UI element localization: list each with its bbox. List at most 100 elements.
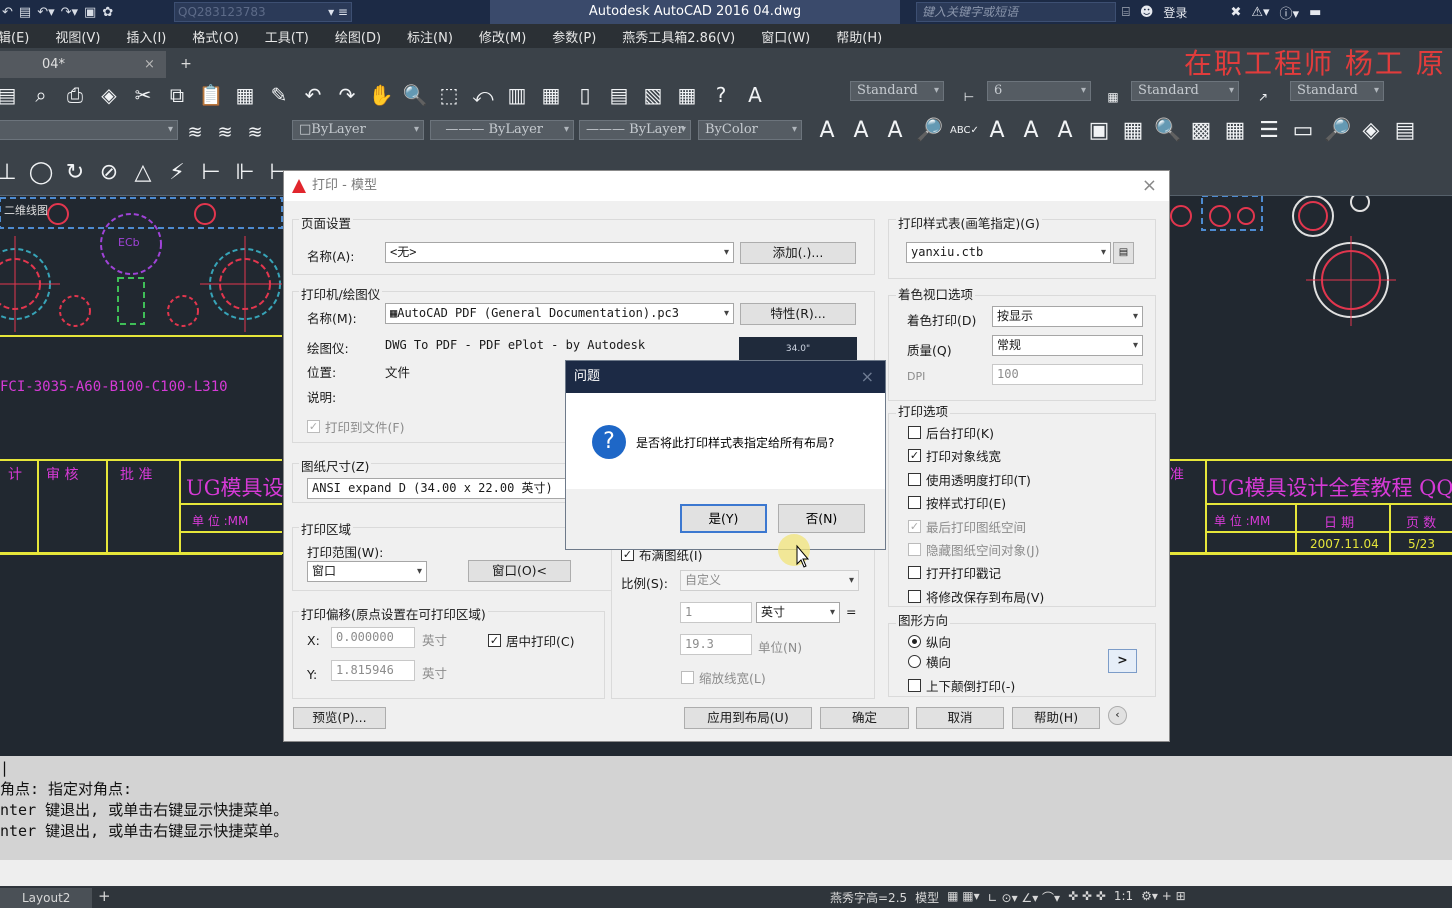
menu-item[interactable]: 燕秀工具箱2.86(V) (622, 27, 735, 46)
search-input[interactable]: 键入关键字或短语 (916, 2, 1116, 22)
table-style-icon[interactable]: ▦ (1100, 84, 1126, 110)
field-icon[interactable]: ▣ (1086, 118, 1112, 144)
grid-icon[interactable]: ▦ ▦▾ (947, 889, 980, 906)
angle-dim-icon[interactable]: △ (130, 160, 156, 186)
portrait-radio[interactable]: 纵向 (908, 632, 951, 651)
preview-icon[interactable]: ⌕ (28, 82, 54, 108)
linetype-combo[interactable]: ——— ByLayer ▾ (430, 120, 574, 140)
collapse-icon[interactable]: ‹ (1108, 706, 1127, 725)
properties-icon[interactable]: ▥ (504, 82, 530, 108)
quality-select[interactable]: 常规 ▾ (992, 335, 1143, 356)
plot-icon[interactable]: ⎙ (62, 82, 88, 108)
printer-properties-button[interactable]: 特性(R)... (740, 303, 856, 325)
exchange-icon[interactable]: ✖ (1197, 5, 1241, 20)
scale-value[interactable]: 1:1 (1114, 889, 1133, 906)
plot-option-checkbox[interactable]: 按样式打印(E) (908, 493, 1006, 512)
plot-option-checkbox[interactable]: ✓ 最后打印图纸空间 (908, 517, 1026, 536)
tab-close-icon[interactable]: × (144, 51, 155, 78)
plot-option-checkbox[interactable]: 使用透明度打印(T) (908, 470, 1031, 489)
text-height-combo[interactable]: 6 ▾ (987, 81, 1091, 101)
cancel-button[interactable]: 取消 (916, 707, 1004, 729)
window-button[interactable]: 窗口(O)< (468, 560, 571, 582)
calculator-icon[interactable]: ▦ (674, 82, 700, 108)
plot-to-file-checkbox[interactable]: ✓ 打印到文件(F) (307, 417, 404, 436)
continue-dim-icon[interactable]: ⊩ (232, 160, 258, 186)
copy-icon[interactable]: ⧉ (164, 82, 190, 108)
publish-icon[interactable]: ▣ (84, 5, 96, 20)
plot-option-checkbox[interactable]: ✓ 打印对象线宽 (908, 446, 1001, 465)
yanxiu-bom-icon[interactable]: ▦ (1222, 118, 1248, 144)
annotation-icon[interactable]: ✜ ✜ ✜ (1068, 889, 1106, 906)
help-icon[interactable]: ⓘ▾ (1280, 3, 1300, 22)
login-link[interactable]: 登录 (1163, 4, 1187, 21)
menu-item[interactable]: 工具(T) (265, 27, 309, 46)
spell-check-icon[interactable]: ABC✓ (950, 118, 979, 144)
page-setup-name-select[interactable]: <无> ▾ (385, 242, 734, 263)
circle-icon[interactable]: ◯ (28, 160, 54, 186)
landscape-radio[interactable]: 横向 (908, 652, 951, 671)
arc-icon[interactable]: ↻ (62, 160, 88, 186)
text-frame-icon[interactable]: A (1052, 118, 1078, 144)
print-icon[interactable]: ▤ (19, 5, 31, 20)
line-icon[interactable]: ⊥ (0, 160, 20, 186)
zoom-prev-icon[interactable]: ⤺ (470, 82, 496, 108)
quick-dim-icon[interactable]: ⚡ (164, 160, 190, 186)
add-page-setup-button[interactable]: 添加(.)... (740, 242, 856, 264)
style-table-select[interactable]: yanxiu.ctb ▾ (906, 242, 1111, 263)
menu-item[interactable]: 帮助(H) (836, 27, 882, 46)
color-combo[interactable]: □ByLayer ▾ (292, 120, 424, 140)
markup-icon[interactable]: ▧ (640, 82, 666, 108)
tool-palette-icon[interactable]: ▯ (572, 82, 598, 108)
user-icon[interactable]: ☻ (1140, 5, 1154, 20)
yanxiu-block-icon[interactable]: ▩ (1188, 118, 1214, 144)
printer-name-select[interactable]: ▦AutoCAD PDF (General Documentation).pc3… (385, 303, 734, 324)
help-icon[interactable]: ? (708, 82, 734, 108)
menu-item[interactable]: 标注(N) (407, 27, 453, 46)
close-icon[interactable]: × (1142, 171, 1157, 201)
scale-select[interactable]: 自定义 ▾ (680, 570, 859, 591)
menu-item[interactable]: 辑(E) (0, 27, 29, 46)
find-text-icon[interactable]: 🔎 (916, 118, 943, 144)
text-scale-icon[interactable]: A (984, 118, 1010, 144)
multileader-style-combo[interactable]: Standard ▾ (1290, 81, 1384, 101)
preview-button[interactable]: 预览(P)... (293, 707, 386, 729)
menu-item[interactable]: 格式(O) (192, 27, 238, 46)
menu-item[interactable]: 插入(I) (126, 27, 166, 46)
menu-item[interactable]: 窗口(W) (761, 27, 810, 46)
paper-size-select[interactable]: ANSI expand D (34.00 x 22.00 英寸) (307, 478, 577, 499)
scale-num-input[interactable]: 1 (680, 602, 752, 623)
yanxiu-3d-icon[interactable]: ◈ (1358, 118, 1384, 144)
sheet-set-icon[interactable]: ▤ (606, 82, 632, 108)
design-center-icon[interactable]: ▦ (538, 82, 564, 108)
help-button[interactable]: 帮助(H) (1012, 707, 1100, 729)
scale-lineweights-checkbox[interactable]: 缩放线宽(L) (681, 668, 766, 687)
circle-slash-icon[interactable]: ⊘ (96, 160, 122, 186)
dpi-input[interactable]: 100 (992, 364, 1143, 385)
layer-states-icon[interactable]: ≋ (244, 120, 266, 146)
layer-previous-icon[interactable]: ≋ (214, 120, 236, 146)
undo-icon[interactable]: ↶ (2, 5, 13, 20)
match-icon[interactable]: ✎ (266, 82, 292, 108)
lineweight-combo[interactable]: ——— ByLayer ▾ (579, 120, 691, 140)
workspace-combo[interactable]: QQ283123783 ▾ ≡ (174, 2, 352, 22)
offset-y-input[interactable]: 1.815946 (331, 660, 415, 681)
tab-04[interactable]: 04* × (0, 51, 166, 78)
plot-option-checkbox[interactable]: 打开打印戳记 (908, 563, 1001, 582)
block-icon[interactable]: ▦ (232, 82, 258, 108)
text-edit-icon[interactable]: A (882, 118, 908, 144)
text-style-combo[interactable]: Standard ▾ (850, 81, 944, 101)
plot-style-combo[interactable]: ByColor ▾ (698, 120, 802, 140)
yanxiu-layer-icon[interactable]: ▤ (1392, 118, 1418, 144)
menu-item[interactable]: 参数(P) (552, 27, 596, 46)
undo-dropdown-icon[interactable]: ↶▾ (37, 5, 54, 20)
mtext-icon[interactable]: A (848, 118, 874, 144)
publish-icon[interactable]: ◈ (96, 82, 122, 108)
plot-range-select[interactable]: 窗口 ▾ (307, 561, 427, 582)
layer-combo[interactable]: ▾ (0, 120, 178, 140)
text-style-icon[interactable]: A (742, 82, 768, 108)
baseline-dim-icon[interactable]: ⊢ (198, 160, 224, 186)
tab-layout2[interactable]: Layout2 (0, 888, 92, 908)
paste-icon[interactable]: 📋 (198, 82, 224, 108)
zoom-window-icon[interactable]: ⬚ (436, 82, 462, 108)
table-style-combo[interactable]: Standard ▾ (1131, 81, 1239, 101)
